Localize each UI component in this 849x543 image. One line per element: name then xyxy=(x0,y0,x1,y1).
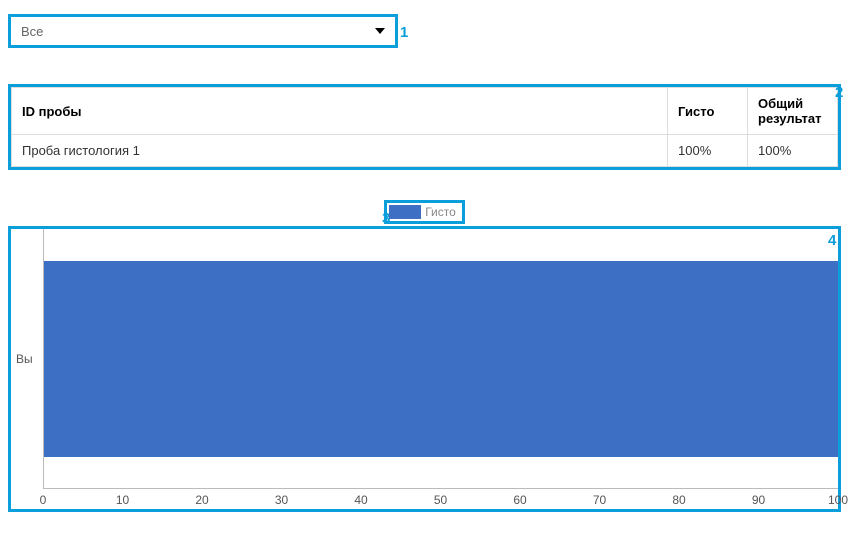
chevron-down-icon xyxy=(375,28,385,34)
cell-id: Проба гистология 1 xyxy=(12,135,668,167)
x-tick: 70 xyxy=(593,493,606,507)
x-tick: 0 xyxy=(40,493,47,507)
x-tick: 10 xyxy=(116,493,129,507)
table-row: Проба гистология 1 100% 100% xyxy=(12,135,838,167)
x-axis-ticks: 0102030405060708090100 xyxy=(43,489,838,509)
x-tick: 100 xyxy=(828,493,848,507)
x-tick: 50 xyxy=(434,493,447,507)
cell-gisto: 100% xyxy=(668,135,748,167)
x-tick: 80 xyxy=(672,493,685,507)
x-tick: 30 xyxy=(275,493,288,507)
chart-plot-area: Вы xyxy=(43,229,838,489)
x-tick: 60 xyxy=(513,493,526,507)
callout-2: 2 xyxy=(835,84,843,101)
chart-bar xyxy=(44,261,838,457)
x-tick: 40 xyxy=(354,493,367,507)
filter-dropdown[interactable]: Все xyxy=(8,14,398,48)
col-header-gisto: Гисто xyxy=(668,88,748,135)
callout-1: 1 xyxy=(400,24,408,41)
y-axis-label: Вы xyxy=(16,352,33,366)
col-header-id: ID пробы xyxy=(12,88,668,135)
x-tick: 20 xyxy=(195,493,208,507)
cell-result: 100% xyxy=(748,135,838,167)
legend-label: Гисто xyxy=(425,205,456,219)
results-table: ID пробы Гисто Общий результат Проба гис… xyxy=(11,87,838,167)
dropdown-selected-label: Все xyxy=(21,24,43,39)
chart-legend: Гисто xyxy=(384,200,465,224)
col-header-result: Общий результат xyxy=(748,88,838,135)
x-tick: 90 xyxy=(752,493,765,507)
results-table-container: ID пробы Гисто Общий результат Проба гис… xyxy=(8,84,841,170)
legend-swatch xyxy=(389,205,421,219)
table-header-row: ID пробы Гисто Общий результат xyxy=(12,88,838,135)
chart-frame: Вы 0102030405060708090100 xyxy=(8,226,841,512)
